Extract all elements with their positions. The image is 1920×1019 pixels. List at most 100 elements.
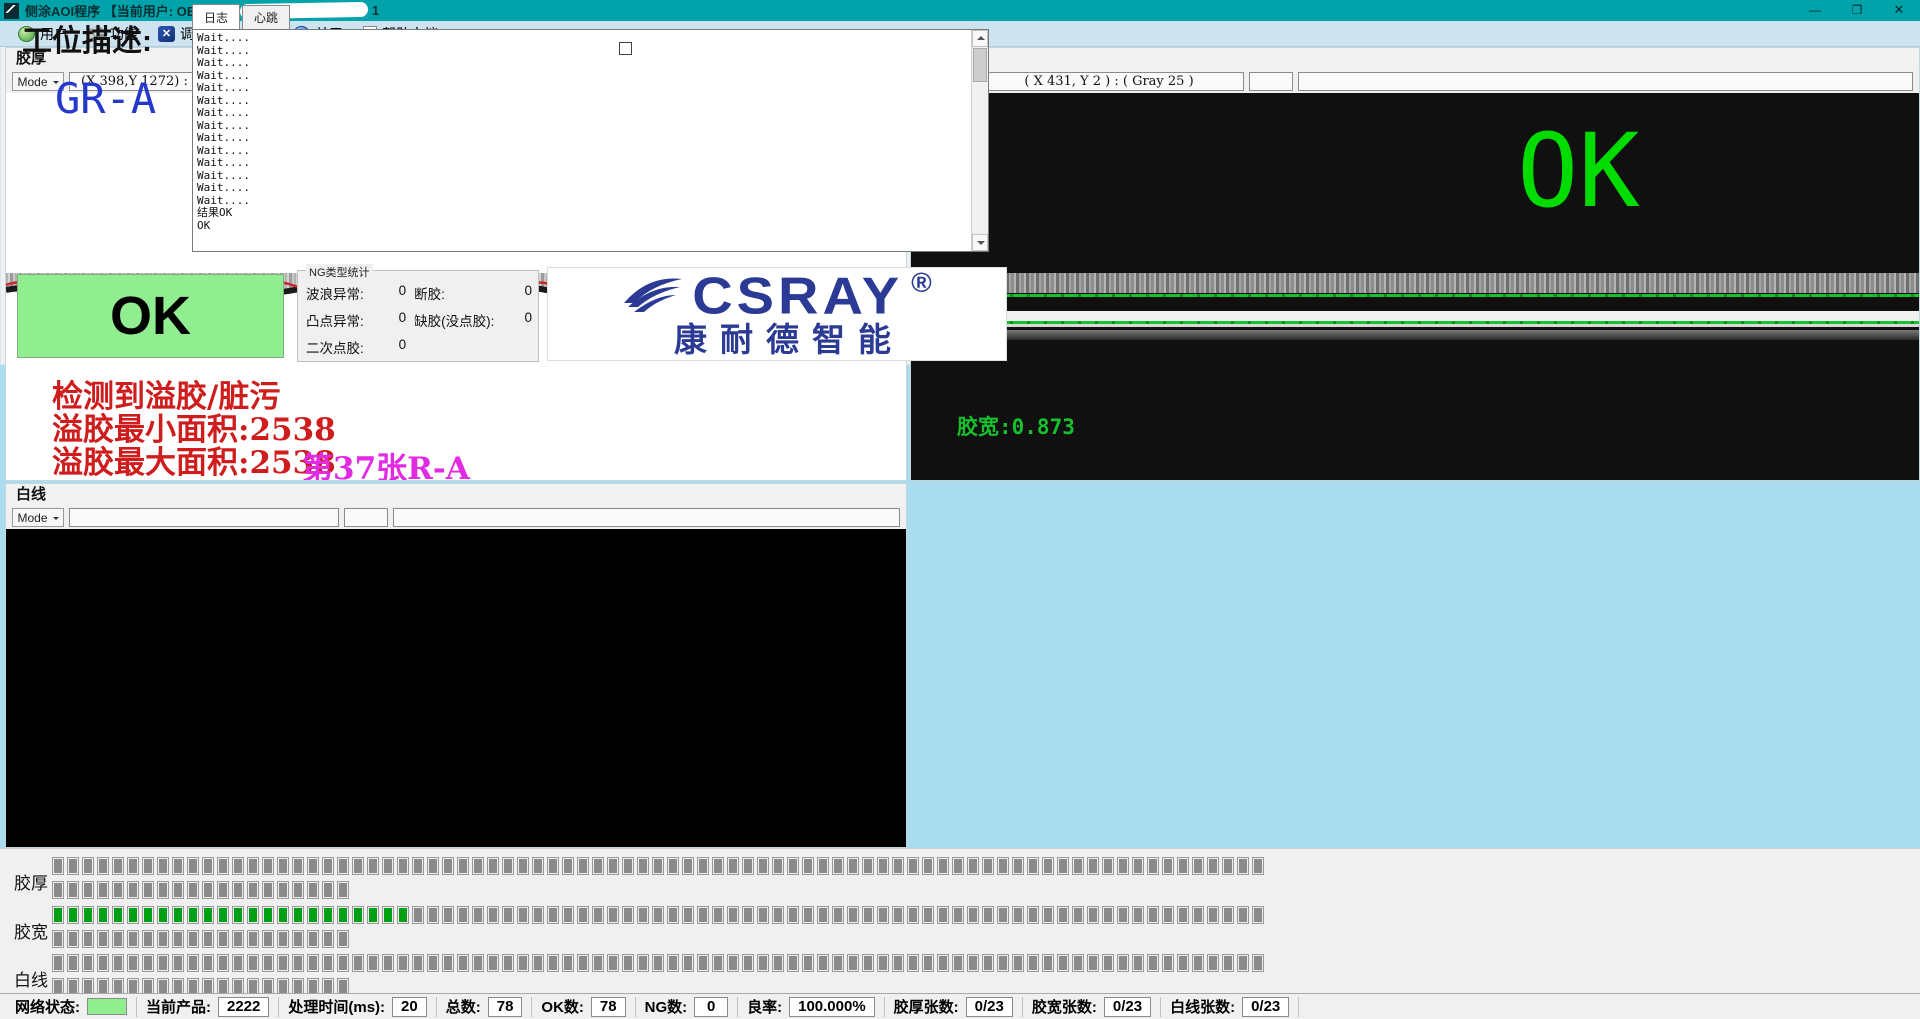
frame-indicator-cell <box>1192 906 1204 924</box>
frame-indicator-cell <box>592 906 604 924</box>
log-output[interactable]: Wait....Wait....Wait....Wait....Wait....… <box>192 29 989 252</box>
log-checkbox[interactable] <box>619 42 632 55</box>
frame-indicator-cell <box>397 906 409 924</box>
frame-indicator-cell <box>337 881 349 899</box>
wing-icon <box>622 273 686 315</box>
frame-indicator-cell <box>352 954 364 972</box>
frame-indicator-cell <box>277 906 289 924</box>
glue-width-image[interactable]: OK 胶宽:0.873 <box>911 93 1919 480</box>
close-button[interactable]: ✕ <box>1878 0 1920 21</box>
frame-indicator-cell <box>727 857 739 875</box>
status-item: 处理时间(ms):20 <box>279 997 436 1017</box>
frame-indicator-cell <box>517 954 529 972</box>
frame-indicator-cell <box>337 930 349 948</box>
glue-width-title: 胶宽 <box>911 48 1919 70</box>
log-line: OK <box>197 220 967 233</box>
frame-indicator-cell <box>1102 954 1114 972</box>
frame-indicator-cell <box>652 906 664 924</box>
frame-indicator-cell <box>757 857 769 875</box>
frame-indicator-cell <box>202 857 214 875</box>
frame-indicator-cell <box>187 930 199 948</box>
frame-indicator-cell <box>547 906 559 924</box>
scrollbar-thumb[interactable] <box>973 48 987 82</box>
ng-stat-value: 0 <box>524 310 532 330</box>
tab-heartbeat[interactable]: 心跳 <box>242 5 290 30</box>
frame-indicator-cell <box>127 881 139 899</box>
log-line: Wait.... <box>197 32 967 45</box>
frame-indicator-cell <box>97 906 109 924</box>
ng-stat-value: 0 <box>399 337 407 357</box>
frame-indicator-cell <box>112 906 124 924</box>
frame-indicator-cell <box>1072 954 1084 972</box>
status-item-label: 白线张数: <box>1170 996 1235 1017</box>
scroll-up-icon[interactable] <box>972 30 988 47</box>
frame-indicator-cell <box>607 954 619 972</box>
frame-indicator-cell <box>652 954 664 972</box>
frame-indicator-cell <box>382 954 394 972</box>
frame-indicator-cell <box>382 906 394 924</box>
frame-indicator-cell <box>157 857 169 875</box>
frame-indicator-cell <box>442 906 454 924</box>
frame-indicator-cell <box>322 906 334 924</box>
frame-indicator-cell <box>187 954 199 972</box>
status-item-label: OK数: <box>541 996 584 1017</box>
log-scrollbar[interactable] <box>971 30 988 251</box>
scroll-down-icon[interactable] <box>972 234 988 251</box>
frame-indicator-cell <box>262 906 274 924</box>
frame-indicator-cell <box>637 954 649 972</box>
frame-indicator-cell <box>712 954 724 972</box>
white-line-image[interactable] <box>6 529 906 847</box>
frame-indicator-cell <box>1177 954 1189 972</box>
ng-stat-item: 凸点异常:0 <box>306 310 412 330</box>
frame-indicator-cell <box>1147 906 1159 924</box>
status-items: 当前产品:2222处理时间(ms):20总数:78OK数:78NG数:0良率:1… <box>137 997 1299 1017</box>
frame-indicator-cell <box>172 906 184 924</box>
frame-indicator-cell <box>487 954 499 972</box>
frame-indicator-cell <box>217 881 229 899</box>
frame-indicator-cell <box>1162 857 1174 875</box>
minimize-button[interactable]: — <box>1794 0 1836 21</box>
frame-indicator-cell <box>862 857 874 875</box>
frame-indicator-cell <box>127 954 139 972</box>
frame-indicator-cell <box>1237 906 1249 924</box>
white-line-panel: 白线 Mode <box>5 483 907 848</box>
ng-stat-value: 0 <box>399 283 407 303</box>
frame-indicator-cell <box>682 954 694 972</box>
frame-indicator-cell <box>907 954 919 972</box>
aux-field <box>344 508 388 527</box>
statusbar: 网络状态: 当前产品:2222处理时间(ms):20总数:78OK数:78NG数… <box>0 993 1920 1019</box>
ng-stat-item: 波浪异常:0 <box>306 283 412 303</box>
message-field <box>1298 72 1913 91</box>
ng-stats-groupbox: NG类型统计 波浪异常:0凸点异常:0二次点胶:0 断胶:0缺胶(没点胶):0 <box>297 270 539 362</box>
defect-message: 检测到溢胶/脏污 溢胶最小面积:2538 溢胶最大面积:2538 <box>52 381 336 480</box>
frame-indicator-cell <box>1087 954 1099 972</box>
app-window: 侧涂AOI程序 【当前用户: OEM】 编 1 — ❐ ✕ 用户功能调试工具关于… <box>0 0 1920 1019</box>
frame-indicator-cell <box>247 857 259 875</box>
maximize-button[interactable]: ❐ <box>1836 0 1878 21</box>
log-tabstrip: 日志心跳 <box>192 6 292 30</box>
tab-log[interactable]: 日志 <box>192 4 240 30</box>
status-item-label: NG数: <box>645 996 688 1017</box>
pixel-info-field: ( X 431, Y 2 ) : ( Gray 25 ) <box>974 72 1244 91</box>
result-ok-button[interactable]: OK <box>17 274 284 358</box>
frame-indicator-cell <box>607 857 619 875</box>
status-item-value: 0/23 <box>1104 997 1151 1017</box>
app-logo-icon <box>4 3 19 19</box>
frame-indicator-cell <box>67 857 79 875</box>
frame-indicator-cell <box>742 857 754 875</box>
frame-indicator-cell <box>1087 857 1099 875</box>
status-item-value: 20 <box>392 997 427 1017</box>
frame-indicator-cell <box>202 906 214 924</box>
frame-indicator-cell <box>217 954 229 972</box>
frame-indicator-cell <box>697 954 709 972</box>
frame-indicator-cell <box>472 906 484 924</box>
frame-indicator-cell <box>502 857 514 875</box>
frame-indicator-cell <box>922 954 934 972</box>
frame-indicator-cell <box>1087 906 1099 924</box>
frame-indicator-cell <box>1042 857 1054 875</box>
frame-indicator-cell <box>787 954 799 972</box>
frame-indicator-cell <box>1132 857 1144 875</box>
mode-dropdown[interactable]: Mode <box>12 508 64 527</box>
log-line: Wait.... <box>197 120 967 133</box>
log-line: Wait.... <box>197 132 967 145</box>
